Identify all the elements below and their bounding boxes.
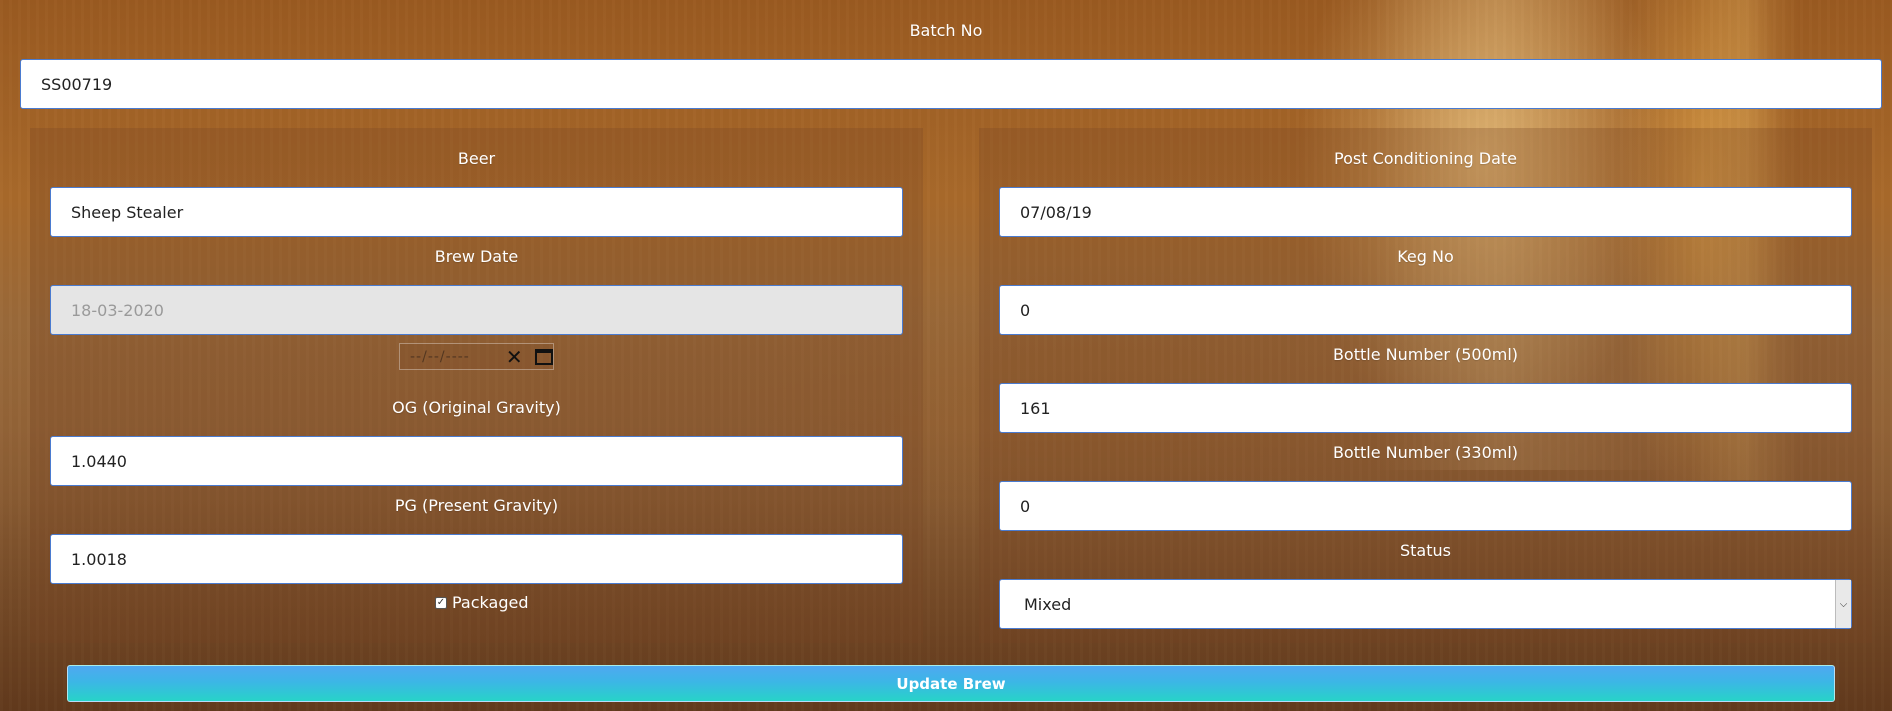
bottle-500-value: 161 <box>1020 398 1051 418</box>
bottle-330-input[interactable]: 0 <box>999 481 1852 531</box>
og-label: OG (Original Gravity) <box>392 398 561 417</box>
close-icon[interactable]: ✕ <box>503 345 525 369</box>
batch-no-input[interactable]: SS00719 <box>20 59 1882 109</box>
keg-no-input[interactable]: 0 <box>999 285 1852 335</box>
post-conditioning-date-value: 07/08/19 <box>1020 202 1092 222</box>
packaged-label: Packaged <box>452 593 529 612</box>
brew-date-label: Brew Date <box>434 247 519 266</box>
bottle-500-label: Bottle Number (500ml) <box>1332 345 1519 364</box>
bottle-330-value: 0 <box>1020 496 1031 516</box>
date-picker-placeholder: --/--/---- <box>410 348 470 365</box>
pg-value: 1.0018 <box>71 549 127 569</box>
packaged-checkbox[interactable]: ✓ <box>435 596 447 609</box>
brew-date-value: 18-03-2020 <box>71 300 164 320</box>
beer-input[interactable]: Sheep Stealer <box>50 187 903 237</box>
bottle-330-label: Bottle Number (330ml) <box>1332 443 1519 462</box>
status-value: Mixed <box>1024 594 1072 614</box>
og-value: 1.0440 <box>71 451 127 471</box>
calendar-icon[interactable] <box>535 348 554 365</box>
brew-date-picker[interactable]: --/--/---- ✕ <box>399 343 554 370</box>
chevron-down-icon[interactable]: ⌵ <box>1835 580 1851 628</box>
bottle-500-input[interactable]: 161 <box>999 383 1852 433</box>
packaged-row: ✓ Packaged <box>435 593 528 612</box>
pg-input[interactable]: 1.0018 <box>50 534 903 584</box>
keg-no-value: 0 <box>1020 300 1031 320</box>
pg-label: PG (Present Gravity) <box>394 496 559 515</box>
post-conditioning-date-input[interactable]: 07/08/19 <box>999 187 1852 237</box>
status-label: Status <box>1400 541 1451 560</box>
status-select[interactable]: Mixed ⌵ <box>999 579 1852 629</box>
og-input[interactable]: 1.0440 <box>50 436 903 486</box>
beer-value: Sheep Stealer <box>71 202 184 222</box>
update-brew-button[interactable]: Update Brew <box>67 665 1835 702</box>
keg-no-label: Keg No <box>1397 247 1454 266</box>
beer-label: Beer <box>457 149 496 168</box>
post-conditioning-date-label: Post Conditioning Date <box>1334 149 1517 168</box>
batch-no-value: SS00719 <box>41 74 113 94</box>
check-icon: ✓ <box>436 596 446 608</box>
batch-no-label: Batch No <box>909 21 983 40</box>
brew-date-display: 18-03-2020 <box>50 285 903 335</box>
